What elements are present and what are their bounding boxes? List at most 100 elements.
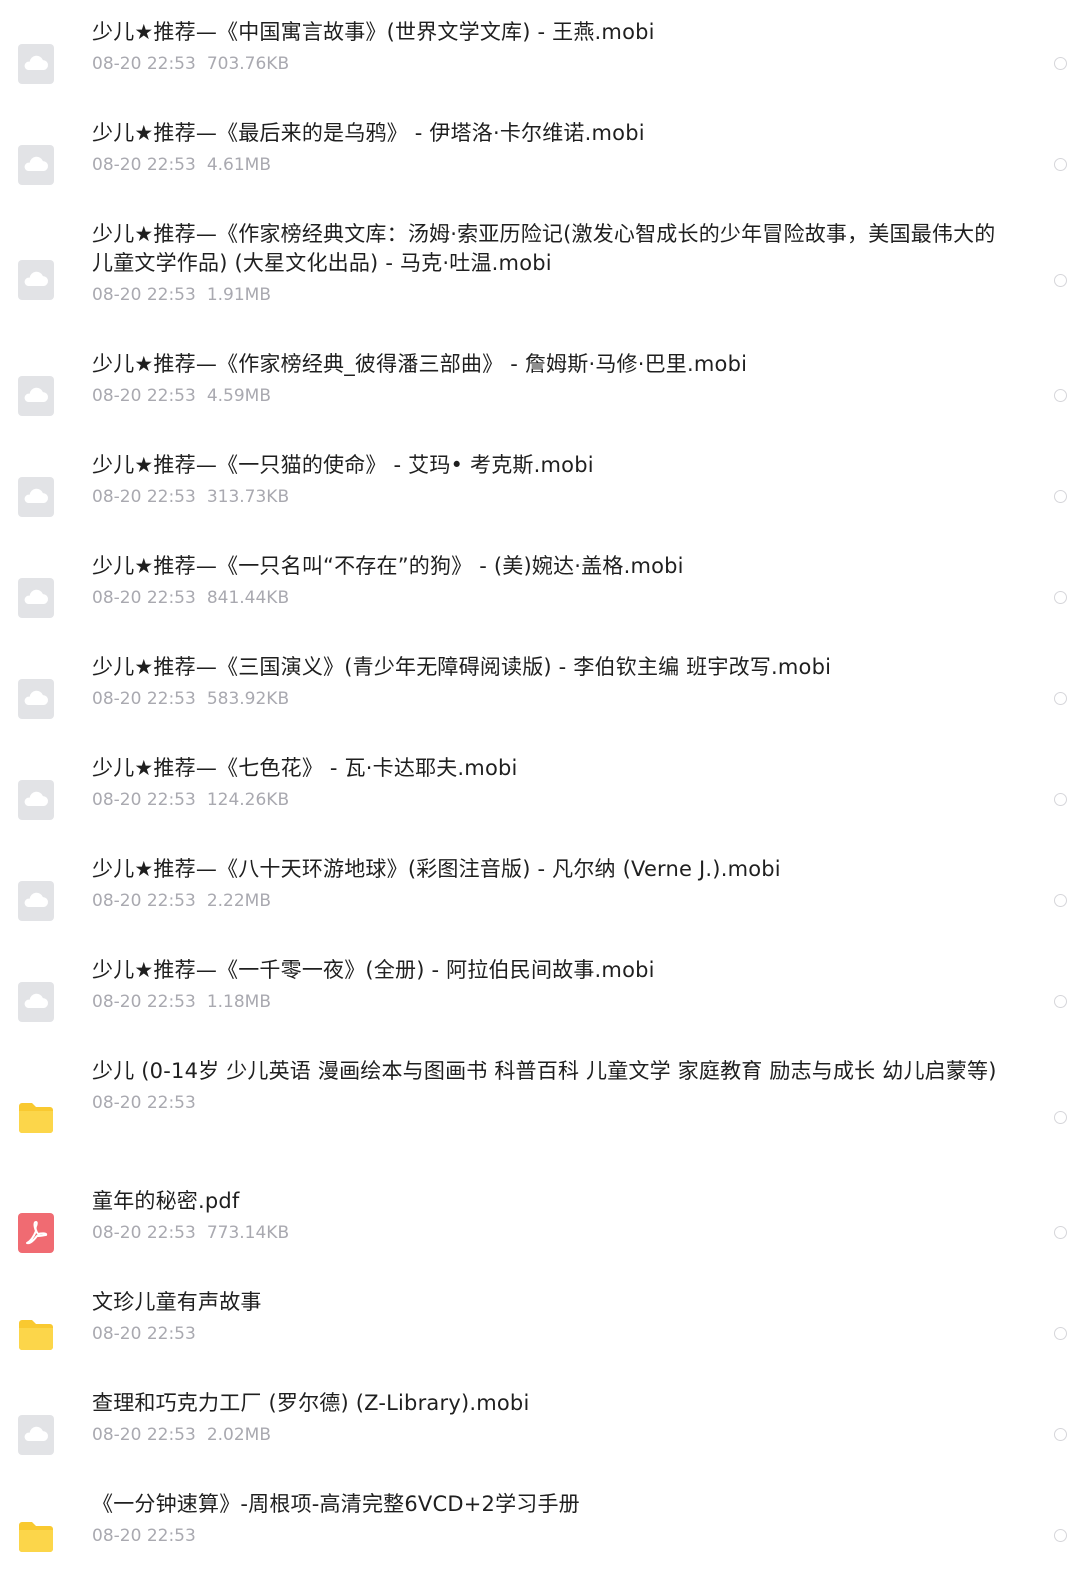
file-text: 《一分钟速算》-周根项-高清完整6VCD+2学习手册 08-20 22:53 bbox=[92, 1490, 1007, 1547]
file-date: 08-20 bbox=[92, 1526, 142, 1546]
cloud-file-icon bbox=[18, 780, 54, 820]
file-date: 08-20 bbox=[92, 588, 142, 608]
cloud-file-icon bbox=[18, 982, 54, 1022]
file-time: 22:53 bbox=[146, 386, 196, 406]
select-radio[interactable] bbox=[1054, 158, 1067, 171]
file-text: 童年的秘密.pdf 08-20 22:53 773.14KB bbox=[92, 1187, 1007, 1244]
file-time: 22:53 bbox=[146, 891, 196, 911]
cloud-file-icon bbox=[18, 477, 54, 517]
file-row[interactable]: 少儿★推荐—《八十天环游地球》(彩图注音版) - 凡尔纳 (Verne J.).… bbox=[0, 855, 1080, 942]
file-row[interactable]: 少儿★推荐—《最后来的是乌鸦》 - 伊塔洛·卡尔维诺.mobi 08-20 22:… bbox=[0, 119, 1080, 206]
file-meta: 08-20 22:53 841.44KB bbox=[92, 587, 1007, 609]
select-radio[interactable] bbox=[1054, 591, 1067, 604]
file-text: 少儿★推荐—《七色花》 - 瓦·卡达耶夫.mobi 08-20 22:53 124.… bbox=[92, 754, 1007, 811]
file-name: 少儿★推荐—《作家榜经典文库：汤姆·索亚历险记(激发心智成长的少年冒险故事，美国… bbox=[92, 222, 996, 275]
select-radio[interactable] bbox=[1054, 490, 1067, 503]
file-date: 08-20 bbox=[92, 386, 142, 406]
file-name: 少儿★推荐—《三国演义》(青少年无障碍阅读版) - 李伯钦主编 班宇改写.mob… bbox=[92, 655, 832, 679]
file-text: 少儿★推荐—《一千零一夜》(全册) - 阿拉伯民间故事.mobi 08-20 22… bbox=[92, 956, 1007, 1013]
file-time: 22:53 bbox=[146, 1324, 196, 1344]
file-row[interactable]: 少儿★推荐—《一千零一夜》(全册) - 阿拉伯民间故事.mobi 08-20 22… bbox=[0, 956, 1080, 1043]
file-row[interactable]: 少儿★推荐—《作家榜经典文库：汤姆·索亚历险记(激发心智成长的少年冒险故事，美国… bbox=[0, 220, 1080, 336]
file-size: 583.92KB bbox=[206, 689, 290, 709]
select-radio[interactable] bbox=[1054, 389, 1067, 402]
file-date: 08-20 bbox=[92, 285, 142, 305]
file-name: 少儿★推荐—《中国寓言故事》(世界文学文库) - 王燕.mobi bbox=[92, 20, 655, 44]
select-radio[interactable] bbox=[1054, 1529, 1067, 1542]
file-size: 4.61MB bbox=[206, 155, 271, 175]
select-radio[interactable] bbox=[1054, 1111, 1067, 1124]
file-row[interactable]: 少儿★推荐—《作家榜经典_彼得潘三部曲》 - 詹姆斯·马修·巴里.mobi 08-… bbox=[0, 350, 1080, 437]
file-row[interactable]: 查理和巧克力工厂 (罗尔德) (Z-Library).mobi 08-20 22:… bbox=[0, 1389, 1080, 1476]
file-time: 22:53 bbox=[146, 992, 196, 1012]
file-text: 少儿★推荐—《中国寓言故事》(世界文学文库) - 王燕.mobi 08-20 22… bbox=[92, 18, 1007, 75]
folder-icon bbox=[18, 1097, 54, 1137]
select-radio[interactable] bbox=[1054, 274, 1067, 287]
file-meta: 08-20 22:53 4.59MB bbox=[92, 385, 1007, 407]
file-size: 124.26KB bbox=[206, 790, 290, 810]
select-radio[interactable] bbox=[1054, 1428, 1067, 1441]
file-name: 少儿★推荐—《一只猫的使命》 - 艾玛• 考克斯.mobi bbox=[92, 453, 594, 477]
file-text: 查理和巧克力工厂 (罗尔德) (Z-Library).mobi 08-20 22:… bbox=[92, 1389, 1007, 1446]
file-time: 22:53 bbox=[146, 285, 196, 305]
file-meta: 08-20 22:53 2.22MB bbox=[92, 890, 1007, 912]
file-row[interactable]: 《一分钟速算》-周根项-高清完整6VCD+2学习手册 08-20 22:53 bbox=[0, 1490, 1080, 1577]
file-meta: 08-20 22:53 bbox=[92, 1092, 1007, 1114]
file-date: 08-20 bbox=[92, 689, 142, 709]
file-time: 22:53 bbox=[146, 155, 196, 175]
file-row[interactable]: 少儿★推荐—《七色花》 - 瓦·卡达耶夫.mobi 08-20 22:53 124.… bbox=[0, 754, 1080, 841]
file-time: 22:53 bbox=[146, 588, 196, 608]
file-date: 08-20 bbox=[92, 1093, 142, 1113]
file-row[interactable]: 少儿★推荐—《三国演义》(青少年无障碍阅读版) - 李伯钦主编 班宇改写.mob… bbox=[0, 653, 1080, 740]
file-text: 少儿★推荐—《作家榜经典_彼得潘三部曲》 - 詹姆斯·马修·巴里.mobi 08-… bbox=[92, 350, 1007, 407]
select-radio[interactable] bbox=[1054, 995, 1067, 1008]
select-radio[interactable] bbox=[1054, 894, 1067, 907]
folder-icon bbox=[18, 1314, 54, 1354]
cloud-file-icon bbox=[18, 1415, 54, 1455]
select-radio[interactable] bbox=[1054, 793, 1067, 806]
file-time: 22:53 bbox=[146, 689, 196, 709]
file-size: 1.18MB bbox=[206, 992, 271, 1012]
file-meta: 08-20 22:53 773.14KB bbox=[92, 1222, 1007, 1244]
file-date: 08-20 bbox=[92, 1223, 142, 1243]
select-radio[interactable] bbox=[1054, 692, 1067, 705]
file-date: 08-20 bbox=[92, 487, 142, 507]
file-date: 08-20 bbox=[92, 1425, 142, 1445]
file-meta: 08-20 22:53 2.02MB bbox=[92, 1424, 1007, 1446]
file-name: 少儿★推荐—《作家榜经典_彼得潘三部曲》 - 詹姆斯·马修·巴里.mobi bbox=[92, 352, 748, 376]
file-row[interactable]: 少儿 (0-14岁 少儿英语 漫画绘本与图画书 科普百科 儿童文学 家庭教育 励… bbox=[0, 1057, 1080, 1173]
file-time: 22:53 bbox=[146, 487, 196, 507]
file-row[interactable]: 少儿★推荐—《中国寓言故事》(世界文学文库) - 王燕.mobi 08-20 22… bbox=[0, 18, 1080, 105]
file-row[interactable]: 文珍儿童有声故事 08-20 22:53 bbox=[0, 1288, 1080, 1375]
file-date: 08-20 bbox=[92, 891, 142, 911]
file-row[interactable]: 少儿★推荐—《一只名叫“不存在”的狗》 - (美)婉达·盖格.mobi 08-20… bbox=[0, 552, 1080, 639]
file-meta: 08-20 22:53 124.26KB bbox=[92, 789, 1007, 811]
file-time: 22:53 bbox=[146, 1093, 196, 1113]
file-name: 少儿 (0-14岁 少儿英语 漫画绘本与图画书 科普百科 儿童文学 家庭教育 励… bbox=[92, 1059, 997, 1083]
select-radio[interactable] bbox=[1054, 1226, 1067, 1239]
file-size: 1.91MB bbox=[206, 285, 271, 305]
file-date: 08-20 bbox=[92, 992, 142, 1012]
file-name: 文珍儿童有声故事 bbox=[92, 1290, 262, 1314]
file-meta: 08-20 22:53 1.18MB bbox=[92, 991, 1007, 1013]
file-text: 文珍儿童有声故事 08-20 22:53 bbox=[92, 1288, 1007, 1345]
cloud-file-icon bbox=[18, 881, 54, 921]
cloud-file-icon bbox=[18, 260, 54, 300]
file-meta: 08-20 22:53 1.91MB bbox=[92, 284, 1007, 306]
file-row[interactable]: 少儿★推荐—《一只猫的使命》 - 艾玛• 考克斯.mobi 08-20 22:53… bbox=[0, 451, 1080, 538]
select-radio[interactable] bbox=[1054, 57, 1067, 70]
cloud-file-icon bbox=[18, 679, 54, 719]
file-name: 少儿★推荐—《八十天环游地球》(彩图注音版) - 凡尔纳 (Verne J.).… bbox=[92, 857, 781, 881]
cloud-file-icon bbox=[18, 578, 54, 618]
file-size: 703.76KB bbox=[206, 54, 290, 74]
file-text: 少儿★推荐—《八十天环游地球》(彩图注音版) - 凡尔纳 (Verne J.).… bbox=[92, 855, 1007, 912]
file-text: 少儿★推荐—《作家榜经典文库：汤姆·索亚历险记(激发心智成长的少年冒险故事，美国… bbox=[92, 220, 1007, 306]
file-meta: 08-20 22:53 703.76KB bbox=[92, 53, 1007, 75]
file-size: 313.73KB bbox=[206, 487, 290, 507]
file-date: 08-20 bbox=[92, 54, 142, 74]
file-row[interactable]: 童年的秘密.pdf 08-20 22:53 773.14KB bbox=[0, 1187, 1080, 1274]
select-radio[interactable] bbox=[1054, 1327, 1067, 1340]
file-name: 少儿★推荐—《一千零一夜》(全册) - 阿拉伯民间故事.mobi bbox=[92, 958, 655, 982]
file-time: 22:53 bbox=[146, 54, 196, 74]
file-date: 08-20 bbox=[92, 790, 142, 810]
